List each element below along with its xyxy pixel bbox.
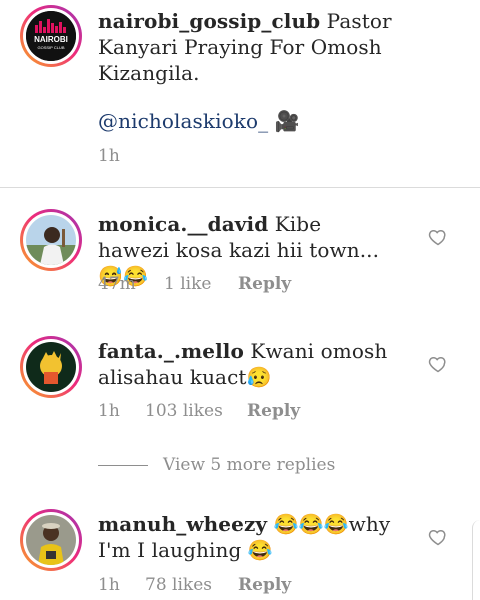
- comment-avatar-ring[interactable]: [20, 509, 82, 571]
- divider: [0, 187, 480, 188]
- comment-timestamp: 47m: [98, 274, 136, 294]
- post-username[interactable]: nairobi_gossip_club: [98, 9, 320, 33]
- comment-meta: 47m 1 like Reply: [98, 274, 291, 294]
- avatar-image: [26, 342, 76, 392]
- comment-text: manuh_wheezy 😂😂😂why I'm I laughing 😂: [98, 511, 398, 563]
- reply-button[interactable]: Reply: [238, 575, 291, 595]
- comment-username[interactable]: manuh_wheezy: [98, 512, 267, 536]
- comment-meta: 1h 103 likes Reply: [98, 401, 300, 421]
- svg-text:GOSSIP CLUB: GOSSIP CLUB: [37, 45, 64, 50]
- view-more-replies-button[interactable]: View 5 more replies: [98, 455, 335, 475]
- mention-link[interactable]: @nicholaskioko_: [98, 109, 268, 133]
- post-caption: nairobi_gossip_club Pastor Kanyari Prayi…: [98, 8, 398, 86]
- comment-likes[interactable]: 78 likes: [145, 575, 238, 595]
- comment-username[interactable]: fanta._.mello: [98, 339, 244, 363]
- heart-icon[interactable]: [428, 354, 448, 374]
- heart-icon[interactable]: [428, 227, 448, 247]
- comment-timestamp: 1h: [98, 575, 120, 595]
- comment-text: fanta._.mello Kwani omosh alisahau kuact…: [98, 338, 398, 390]
- reply-button[interactable]: Reply: [238, 274, 291, 294]
- avatar: [26, 215, 76, 265]
- avatar: [26, 515, 76, 565]
- overlay-edge: [472, 520, 480, 600]
- post-mention-line: @nicholaskioko_ 🎥: [98, 108, 398, 134]
- avatar: NAIROBI GOSSIP CLUB: [26, 11, 76, 61]
- comment-avatar-ring[interactable]: [20, 336, 82, 398]
- comment-avatar-ring[interactable]: [20, 209, 82, 271]
- heart-icon[interactable]: [428, 527, 448, 547]
- video-camera-icon: 🎥: [274, 109, 300, 133]
- avatar-image: [26, 515, 76, 565]
- view-more-label: View 5 more replies: [163, 455, 336, 475]
- comment-username[interactable]: monica.__david: [98, 212, 268, 236]
- svg-text:NAIROBI: NAIROBI: [34, 35, 68, 44]
- avatar: [26, 342, 76, 392]
- reply-button[interactable]: Reply: [247, 401, 300, 421]
- avatar-image: [26, 215, 76, 265]
- comment-likes[interactable]: 103 likes: [145, 401, 247, 421]
- nairobi-gossip-logo: NAIROBI GOSSIP CLUB: [26, 11, 76, 61]
- divider: [98, 465, 148, 466]
- post-avatar-ring[interactable]: NAIROBI GOSSIP CLUB: [20, 5, 82, 67]
- comment-meta: 1h 78 likes Reply: [98, 575, 291, 595]
- post-meta: 1h: [98, 146, 120, 166]
- post-timestamp: 1h: [98, 146, 120, 166]
- comment-timestamp: 1h: [98, 401, 120, 421]
- comment-likes[interactable]: 1 like: [164, 274, 238, 294]
